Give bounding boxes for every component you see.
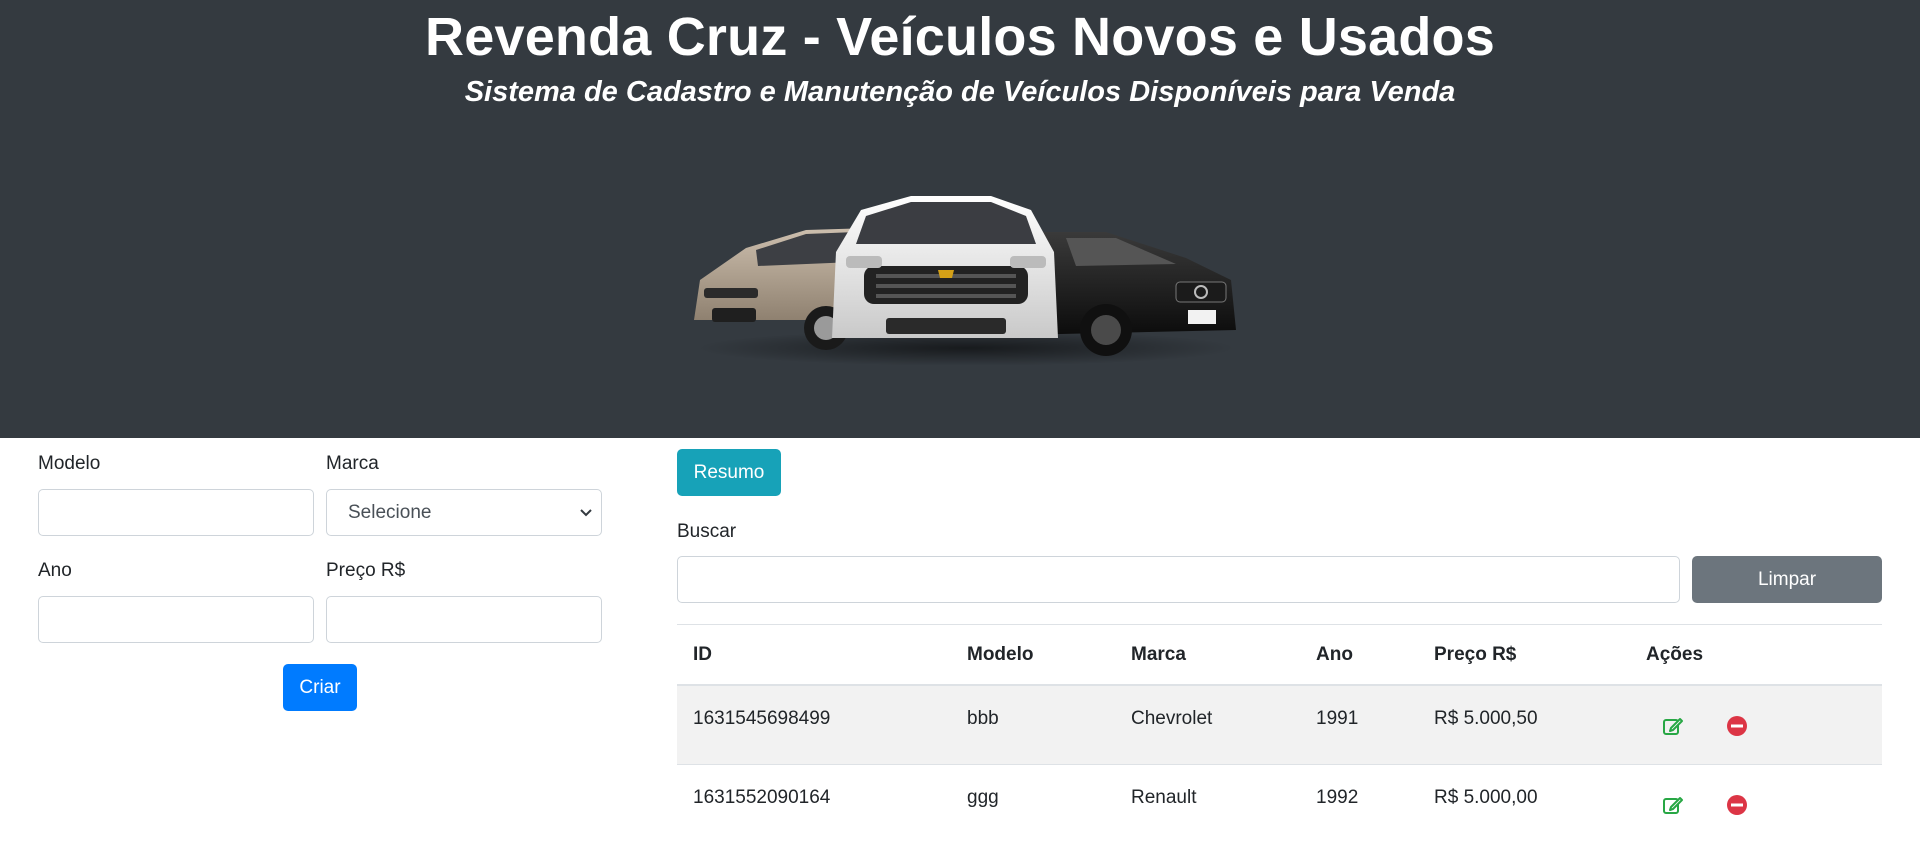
col-header-id: ID bbox=[693, 644, 712, 665]
search-input[interactable] bbox=[677, 556, 1680, 603]
table-row: 1631545698499 bbb Chevrolet 1991 R$ 5.00… bbox=[677, 686, 1882, 765]
preco-input[interactable] bbox=[326, 596, 602, 643]
cell-marca: Chevrolet bbox=[1131, 708, 1213, 729]
page-header: Revenda Cruz - Veículos Novos e Usados S… bbox=[0, 0, 1920, 438]
cell-preco: R$ 5.000,50 bbox=[1434, 708, 1538, 729]
col-header-ano: Ano bbox=[1316, 644, 1353, 665]
criar-button[interactable]: Criar bbox=[283, 664, 357, 711]
marca-select[interactable]: Selecione bbox=[326, 489, 602, 536]
modelo-label: Modelo bbox=[38, 453, 101, 474]
cell-id: 1631545698499 bbox=[693, 708, 831, 729]
col-header-marca: Marca bbox=[1131, 644, 1186, 665]
marca-label: Marca bbox=[326, 453, 379, 474]
page-subtitle: Sistema de Cadastro e Manutenção de Veíc… bbox=[464, 76, 1456, 108]
cell-ano: 1991 bbox=[1316, 708, 1359, 729]
ano-label: Ano bbox=[38, 560, 72, 581]
chevron-down-icon bbox=[580, 509, 592, 517]
buscar-label: Buscar bbox=[677, 521, 737, 542]
cell-ano: 1992 bbox=[1316, 787, 1359, 808]
cell-modelo: bbb bbox=[967, 708, 999, 729]
col-header-modelo: Modelo bbox=[967, 644, 1034, 665]
minus-circle-icon[interactable] bbox=[1726, 715, 1748, 737]
marca-selected-value: Selecione bbox=[348, 502, 432, 523]
edit-icon[interactable] bbox=[1662, 715, 1684, 737]
preco-label: Preço R$ bbox=[326, 560, 406, 581]
limpar-button[interactable]: Limpar bbox=[1692, 556, 1882, 603]
table-header: ID Modelo Marca Ano Preço R$ Ações bbox=[677, 625, 1882, 685]
ano-input[interactable] bbox=[38, 596, 314, 643]
resumo-button[interactable]: Resumo bbox=[677, 449, 781, 496]
modelo-input[interactable] bbox=[38, 489, 314, 536]
cell-modelo: ggg bbox=[967, 787, 999, 808]
cell-marca: Renault bbox=[1131, 787, 1197, 808]
cars-image bbox=[694, 196, 1236, 366]
edit-icon[interactable] bbox=[1662, 794, 1684, 816]
table-row: 1631552090164 ggg Renault 1992 R$ 5.000,… bbox=[677, 765, 1882, 844]
cell-id: 1631552090164 bbox=[693, 787, 831, 808]
cell-preco: R$ 5.000,00 bbox=[1434, 787, 1538, 808]
page-title: Revenda Cruz - Veículos Novos e Usados bbox=[425, 7, 1495, 67]
minus-circle-icon[interactable] bbox=[1726, 794, 1748, 816]
col-header-acoes: Ações bbox=[1646, 644, 1704, 665]
col-header-preco: Preço R$ bbox=[1434, 644, 1517, 665]
